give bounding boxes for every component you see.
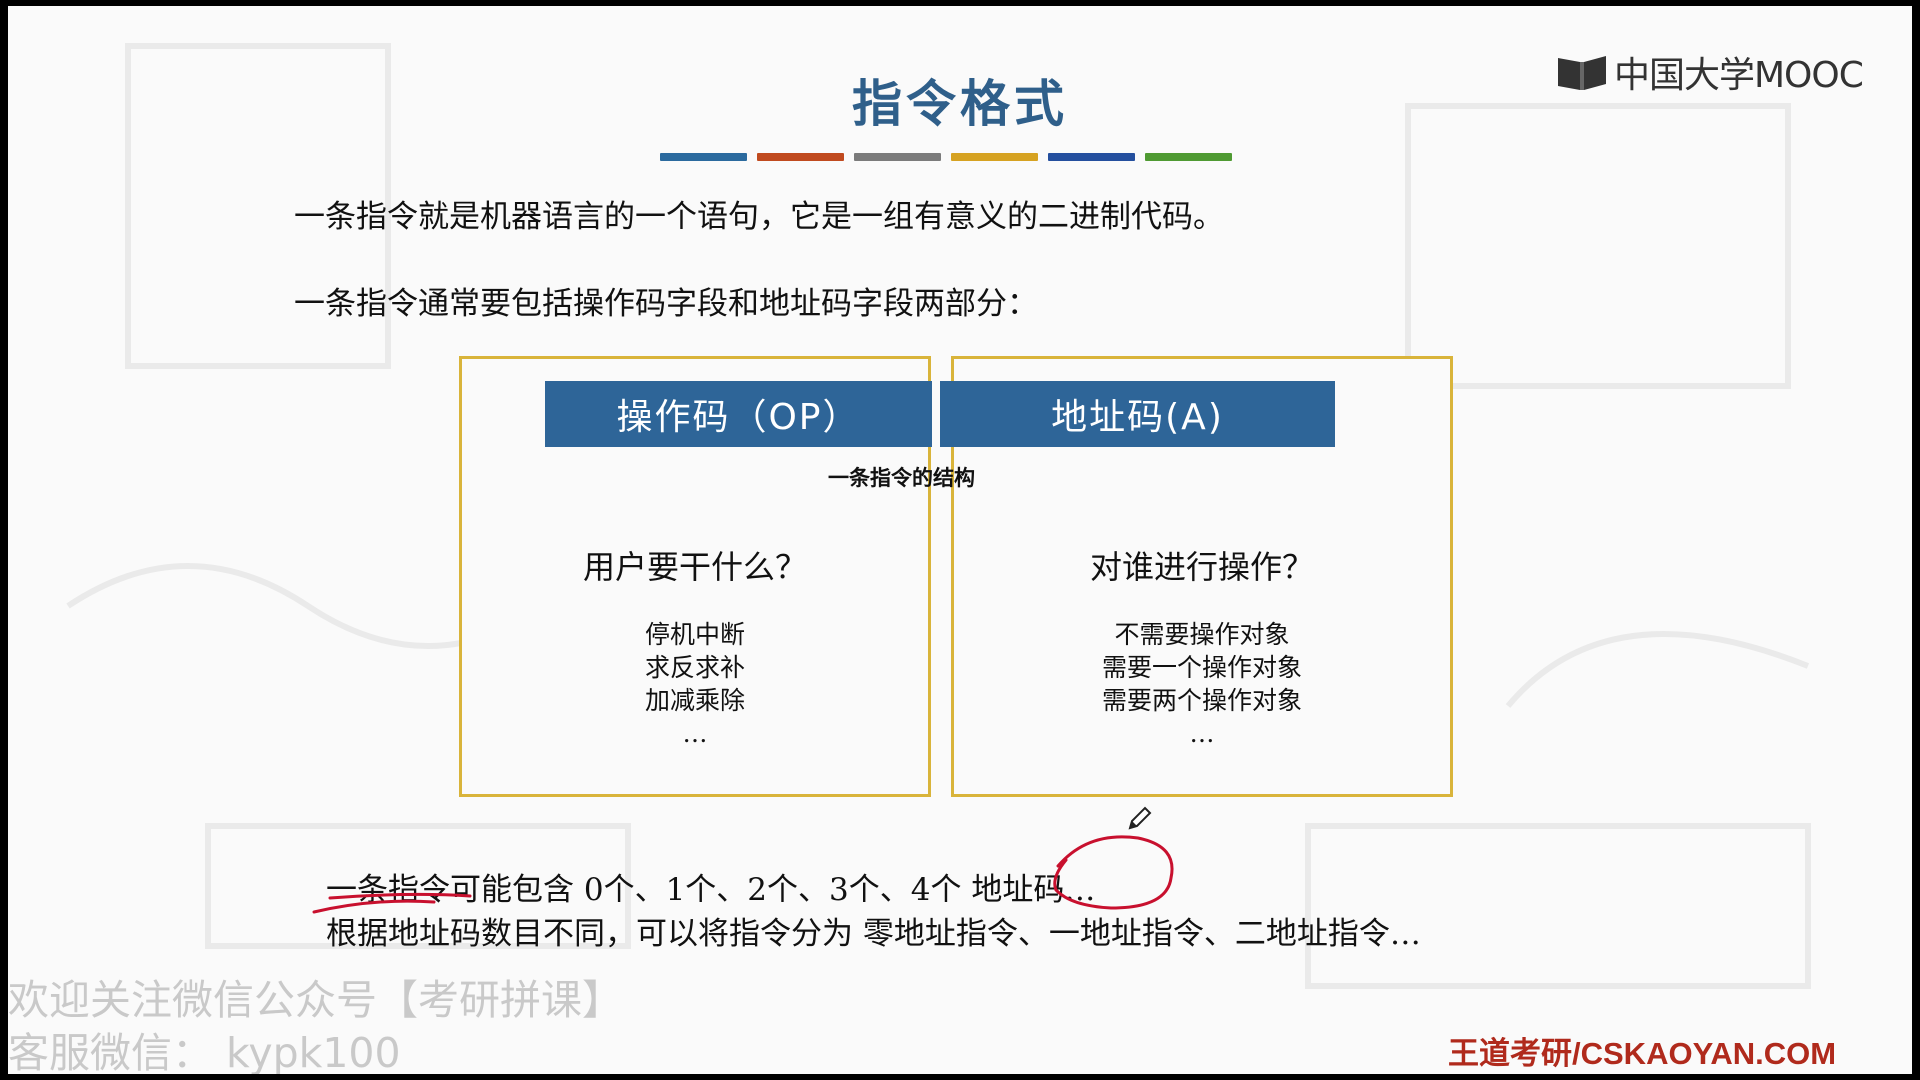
footer-brand: 王道考研/CSKAOYAN.COM [1448,1036,1837,1071]
watermark-wechat-account: 欢迎关注微信公众号【考研拼课】 [8,976,623,1024]
list-item: … [1189,719,1215,748]
color-bar-2 [757,153,844,161]
list-item: 需要两个操作对象 [1101,686,1302,715]
list-item: 停机中断 [644,620,745,649]
color-bar-4 [951,153,1038,161]
list-item: … [682,719,708,748]
opcode-examples: 停机中断 求反求补 加减乘除 … [459,618,931,750]
structure-caption: 一条指令的结构 [828,466,975,490]
watermark-service-id: 客服微信： kypk100 [8,1029,401,1074]
instruction-classes-text: 根据地址码数目不同，可以将指令分为 零地址指令、一地址指令、二地址指令… [326,916,1421,952]
color-bar-3 [854,153,941,161]
mooc-logo: 中国大学MOOC [1556,46,1864,98]
list-item: 求反求补 [644,653,745,682]
fields-text: 一条指令通常要包括操作码字段和地址码字段两部分： [294,286,1038,322]
opcode-question: 用户要干什么？ [582,548,807,586]
list-item: 不需要操作对象 [1114,620,1290,649]
address-count-text: 一条指令可能包含 0个、1个、2个、3个、4个 地址码… [326,872,1096,908]
color-bar-5 [1048,153,1135,161]
address-examples: 不需要操作对象 需要一个操作对象 需要两个操作对象 … [951,618,1453,750]
mooc-book-icon [1558,56,1606,90]
address-question: 对谁进行操作？ [1089,548,1314,586]
list-item: 需要一个操作对象 [1101,653,1302,682]
opcode-header: 操作码（OP） [545,381,932,447]
pencil-icon [1128,806,1152,830]
mooc-logo-text: 中国大学MOOC [1614,55,1864,96]
address-header: 地址码(A) [940,381,1335,447]
list-item: 加减乘除 [644,686,745,715]
definition-text: 一条指令就是机器语言的一个语句，它是一组有意义的二进制代码。 [294,199,1224,235]
color-bar-1 [660,153,747,161]
slide: 指令格式 中国大学MOOC 一条指令就是机器语言的一个语句，它是一组有意义的二进… [8,6,1912,1074]
color-bar-6 [1145,153,1232,161]
title-underline-bars [660,153,1232,161]
